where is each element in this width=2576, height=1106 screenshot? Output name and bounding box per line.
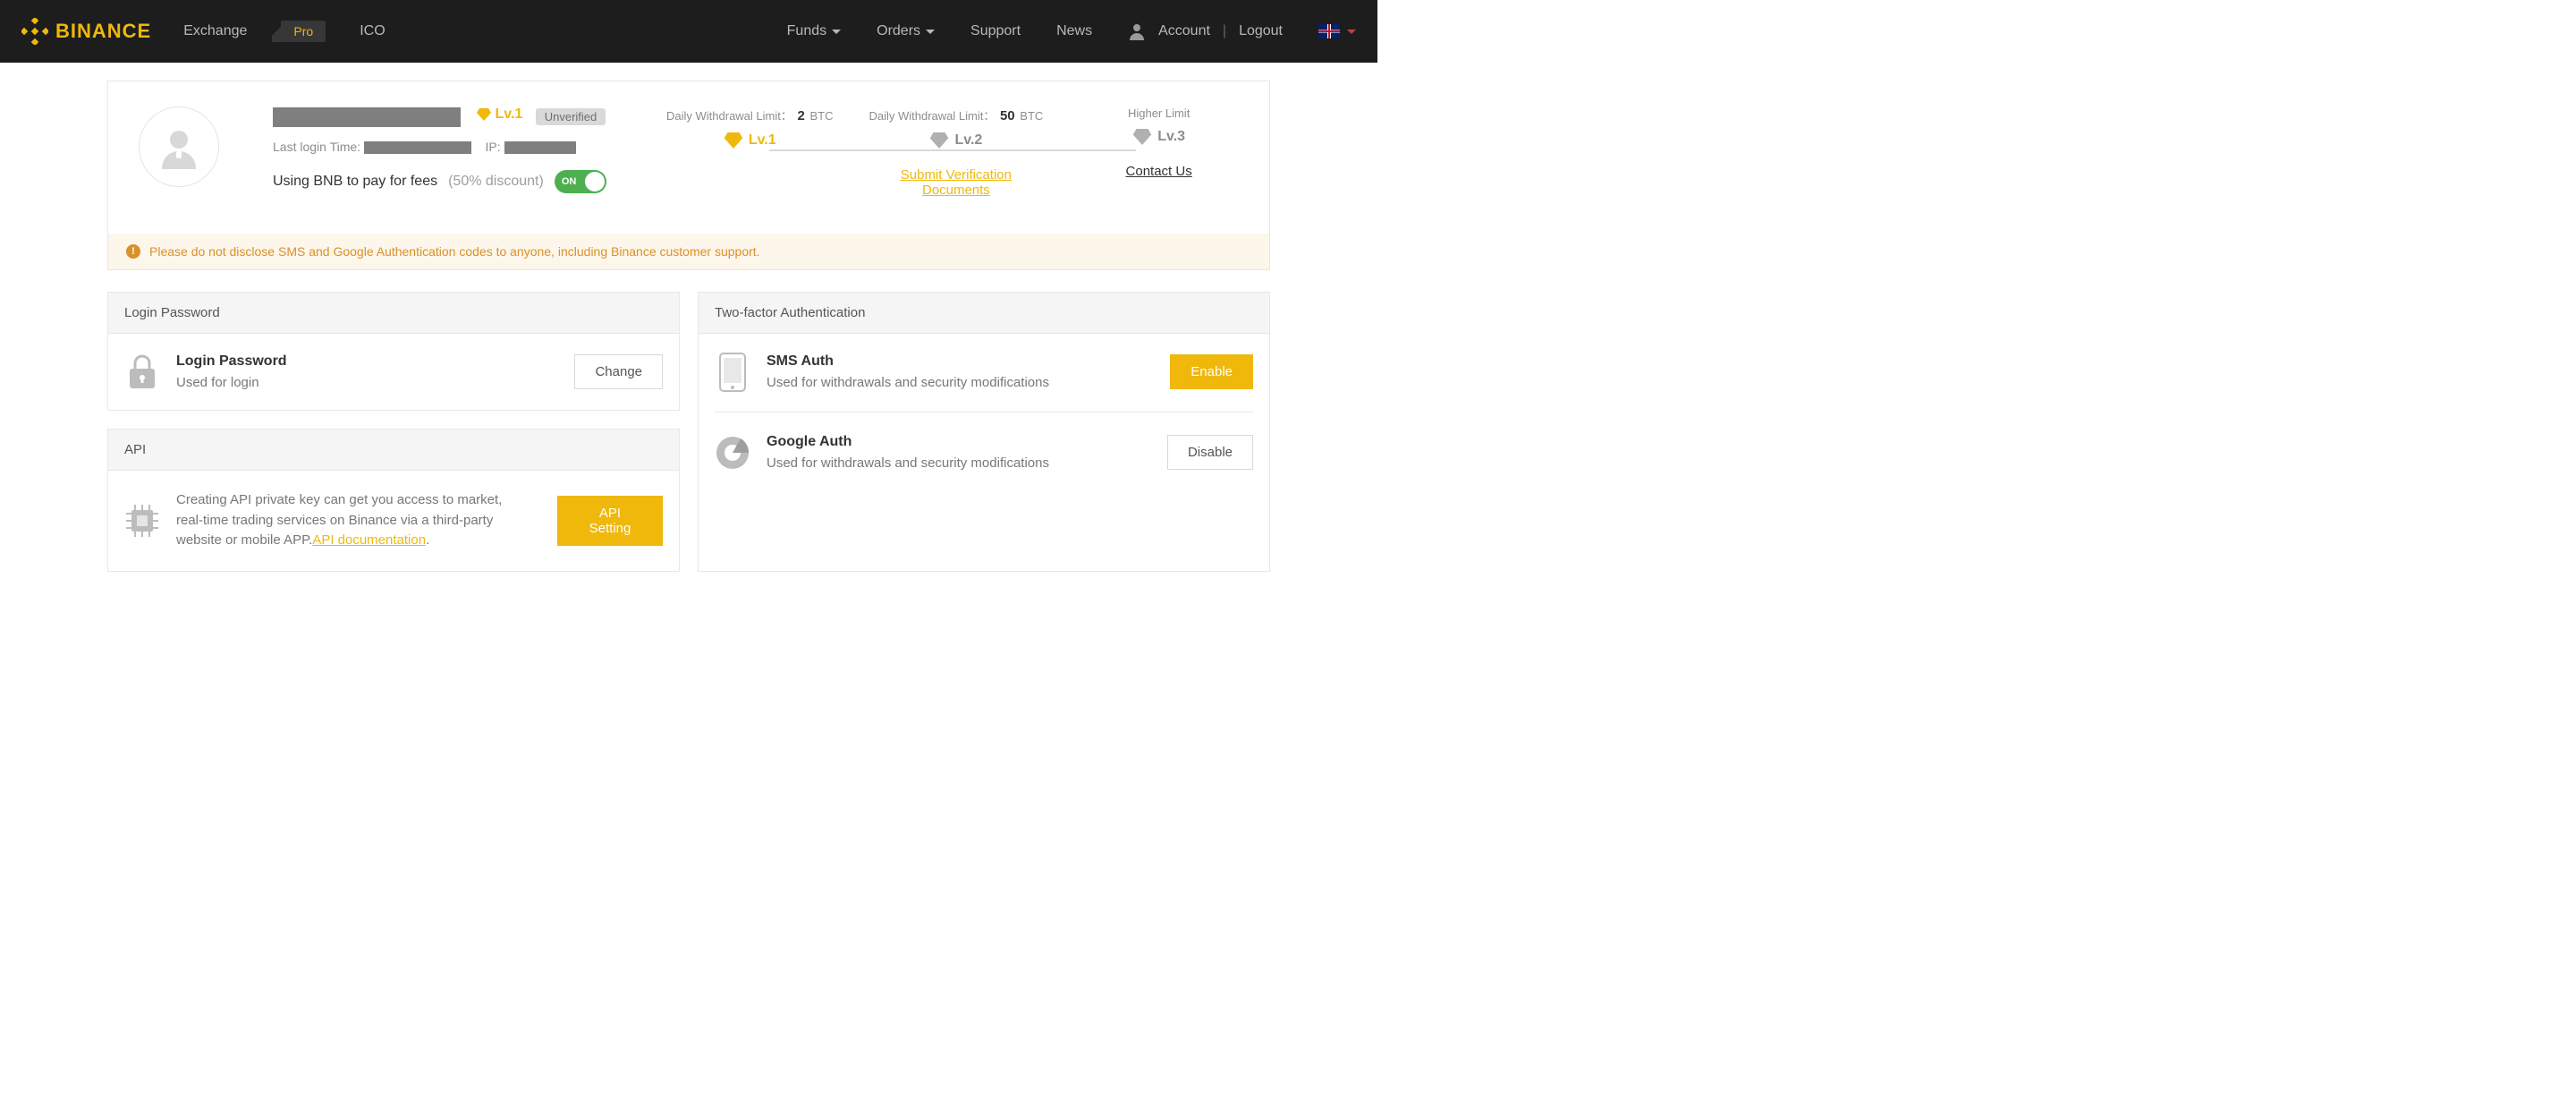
last-login-label: Last login Time: [273,140,360,154]
login-password-head: Login Password [108,293,679,334]
diamond-icon [477,108,491,121]
username-redacted [273,107,461,127]
level-text: Lv.1 [495,106,522,123]
lock-icon [124,354,160,390]
diamond-icon [1132,129,1152,145]
sms-auth-row: SMS Auth Used for withdrawals and securi… [715,353,1253,390]
twofa-panel: Two-factor Authentication SMS Auth Used … [698,292,1270,572]
security-warning-bar: ! Please do not disclose SMS and Google … [108,234,1269,269]
bnb-fee-toggle[interactable]: ON [555,170,606,193]
nav-left-group: Exchange Pro ICO [183,21,385,42]
level-3-col: Higher Limit Lv.3 Contact Us [1079,106,1239,198]
google-auth-desc: Used for withdrawals and security modifi… [767,455,1049,471]
chip-icon [124,503,160,539]
contact-us-link[interactable]: Contact Us [1126,164,1192,179]
submit-verification-link[interactable]: Submit Verification Documents [901,167,1012,198]
lv1-value: 2 [798,108,805,123]
api-panel: API Creating API priva [107,429,680,572]
google-auth-icon [715,435,750,471]
brand-text: BINANCE [55,20,151,43]
limits-block: Daily Withdrawal Limit： 2 BTC Lv.1 Daily… [666,106,1239,214]
lv2-label: Lv.2 [954,132,982,149]
api-documentation-link[interactable]: API documentation [312,532,426,548]
level-1-col: Daily Withdrawal Limit： 2 BTC Lv.1 [666,106,833,198]
fee-text: Using BNB to pay for fees [273,174,437,190]
nav-orders-label: Orders [877,23,920,39]
nav-support[interactable]: Support [970,23,1021,39]
sms-auth-desc: Used for withdrawals and security modifi… [767,375,1049,390]
avatar-icon [157,124,201,169]
user-icon [1128,22,1146,40]
nav-funds-label: Funds [787,23,826,39]
chevron-down-icon [926,30,935,34]
uk-flag-icon [1318,24,1340,38]
toggle-label: ON [562,176,577,187]
login-pw-title: Login Password [176,353,287,370]
google-auth-row: Google Auth Used for withdrawals and sec… [715,434,1253,471]
chevron-down-icon [1347,30,1356,34]
language-selector[interactable] [1318,24,1356,38]
page-container: Lv.1 Unverified Last login Time: IP: Usi… [107,81,1270,572]
top-navbar: BINANCE Exchange Pro ICO Funds Orders Su… [0,0,1377,63]
change-password-button[interactable]: Change [574,354,663,389]
verification-badge: Unverified [536,108,606,125]
login-password-panel: Login Password Login Password Used for l… [107,292,680,411]
nav-ico[interactable]: ICO [360,23,385,39]
user-info-block: Lv.1 Unverified Last login Time: IP: Usi… [273,106,666,214]
fee-discount: (50% discount) [448,174,544,190]
account-overview-card: Lv.1 Unverified Last login Time: IP: Usi… [107,81,1270,270]
nav-pro-badge[interactable]: Pro [281,21,326,42]
toggle-knob [585,172,605,191]
nav-right-group: Funds Orders Support News Account | Logo… [787,22,1356,40]
unit-1: BTC [809,109,833,123]
ip-label: IP: [486,140,501,154]
lv2-value: 50 [1000,108,1015,123]
ip-redacted [504,141,576,154]
api-head: API [108,430,679,471]
level-badge: Lv.1 [477,106,522,123]
google-disable-button[interactable]: Disable [1167,435,1253,470]
avatar [139,106,219,187]
divider: | [1223,23,1226,39]
lv1-label: Lv.1 [749,132,776,149]
sms-enable-button[interactable]: Enable [1170,354,1253,389]
phone-icon [715,354,750,390]
api-setting-button[interactable]: API Setting [557,496,663,546]
brand-logo[interactable]: BINANCE [21,18,151,45]
diamond-icon [724,132,743,149]
nav-exchange[interactable]: Exchange [183,23,247,39]
withdraw-label-2: Daily Withdrawal Limit： [869,109,995,123]
nav-funds[interactable]: Funds [787,23,841,39]
higher-limit-label: Higher Limit [1079,106,1239,120]
nav-orders[interactable]: Orders [877,23,935,39]
google-auth-title: Google Auth [767,434,1049,450]
left-column: Login Password Login Password Used for l… [107,292,680,572]
divider [715,412,1253,413]
lv3-label: Lv.3 [1157,129,1185,145]
level-2-col: Daily Withdrawal Limit： 50 BTC Lv.2 Subm… [869,106,1043,198]
nav-news[interactable]: News [1056,23,1092,39]
warning-text: Please do not disclose SMS and Google Au… [149,244,760,259]
nav-account[interactable]: Account [1158,23,1210,39]
binance-icon [21,18,48,45]
chevron-down-icon [832,30,841,34]
warning-icon: ! [126,244,140,259]
twofa-head: Two-factor Authentication [699,293,1269,334]
diamond-icon [929,132,949,149]
sms-auth-title: SMS Auth [767,353,1049,370]
settings-grid: Login Password Login Password Used for l… [107,292,1270,572]
login-pw-desc: Used for login [176,375,287,390]
nav-account-group: Account | Logout [1128,22,1283,40]
last-login-redacted [364,141,471,154]
withdraw-label-1: Daily Withdrawal Limit： [666,109,792,123]
nav-logout[interactable]: Logout [1239,23,1283,39]
unit-2: BTC [1020,109,1043,123]
